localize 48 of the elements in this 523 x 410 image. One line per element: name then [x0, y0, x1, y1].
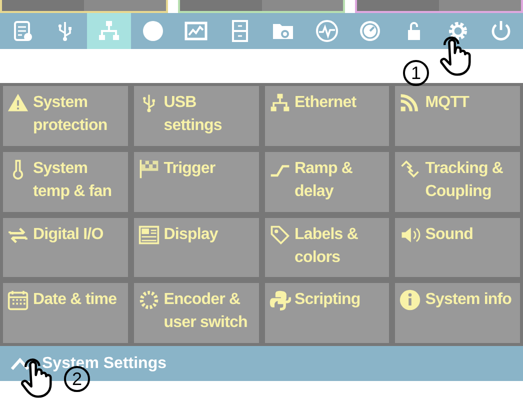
menu-tile[interactable]: Ramp & delay: [264, 152, 390, 212]
menu-tile[interactable]: System protection: [3, 86, 128, 146]
checkered-flag-icon: [138, 158, 160, 180]
menu-tile[interactable]: MQTT: [395, 86, 520, 146]
menu-tile[interactable]: Labels & colors: [264, 218, 390, 278]
menu-label: Scripting: [294, 290, 360, 310]
gauge-icon: [358, 19, 382, 43]
waveform-icon: [314, 19, 339, 43]
python-icon: [268, 289, 290, 312]
menu-label: Labels & colors: [294, 224, 359, 268]
menu-label: Encoder & user switch: [164, 290, 248, 334]
menu-label: Sound: [425, 224, 474, 244]
menu-label: USB settings: [164, 93, 223, 136]
network-icon: [96, 19, 121, 43]
calendar-icon: [7, 289, 29, 312]
menu-tile[interactable]: Scripting: [264, 283, 390, 343]
menu-tile[interactable]: Digital I/O: [3, 218, 128, 278]
menu-label: Digital I/O: [33, 224, 104, 244]
menu-tile[interactable]: USB settings: [134, 86, 258, 146]
warning-icon: [7, 92, 29, 114]
menu-label: System temp & fan: [33, 158, 113, 202]
menu-tile[interactable]: Encoder & user switch: [134, 283, 258, 343]
step-number: 1: [403, 60, 429, 86]
menu-label: System protection: [33, 93, 108, 136]
menu-label: Ethernet: [294, 93, 356, 113]
menu-tile[interactable]: Ethernet: [264, 86, 390, 146]
line-chart-icon: [184, 19, 208, 43]
display-icon: [138, 224, 160, 246]
menu-label: Trigger: [164, 158, 216, 179]
menu-tile[interactable]: Tracking & Coupling: [395, 152, 520, 212]
menu-label: Ramp & delay: [294, 158, 354, 202]
chain-icon: [399, 158, 422, 180]
menu-tile[interactable]: Sound: [395, 218, 520, 278]
menu-label: System info: [425, 290, 512, 310]
menu-tile[interactable]: Date & time: [3, 283, 128, 343]
menu-tile[interactable]: Trigger: [134, 152, 258, 212]
circle-icon: [140, 19, 165, 43]
menu-tile[interactable]: System info: [395, 283, 520, 343]
info-icon: [399, 289, 422, 312]
menu-tile[interactable]: System temp & fan: [3, 152, 128, 212]
network-icon: [268, 92, 290, 114]
menu-label: Display: [164, 224, 218, 244]
tag-icon: [268, 224, 290, 246]
menu-label: Date & time: [33, 290, 117, 310]
spinner-icon: [138, 289, 160, 312]
menu-label: Tracking & Coupling: [425, 158, 504, 202]
menu-label: MQTT: [425, 93, 469, 113]
menu-tile[interactable]: Display: [134, 218, 258, 278]
